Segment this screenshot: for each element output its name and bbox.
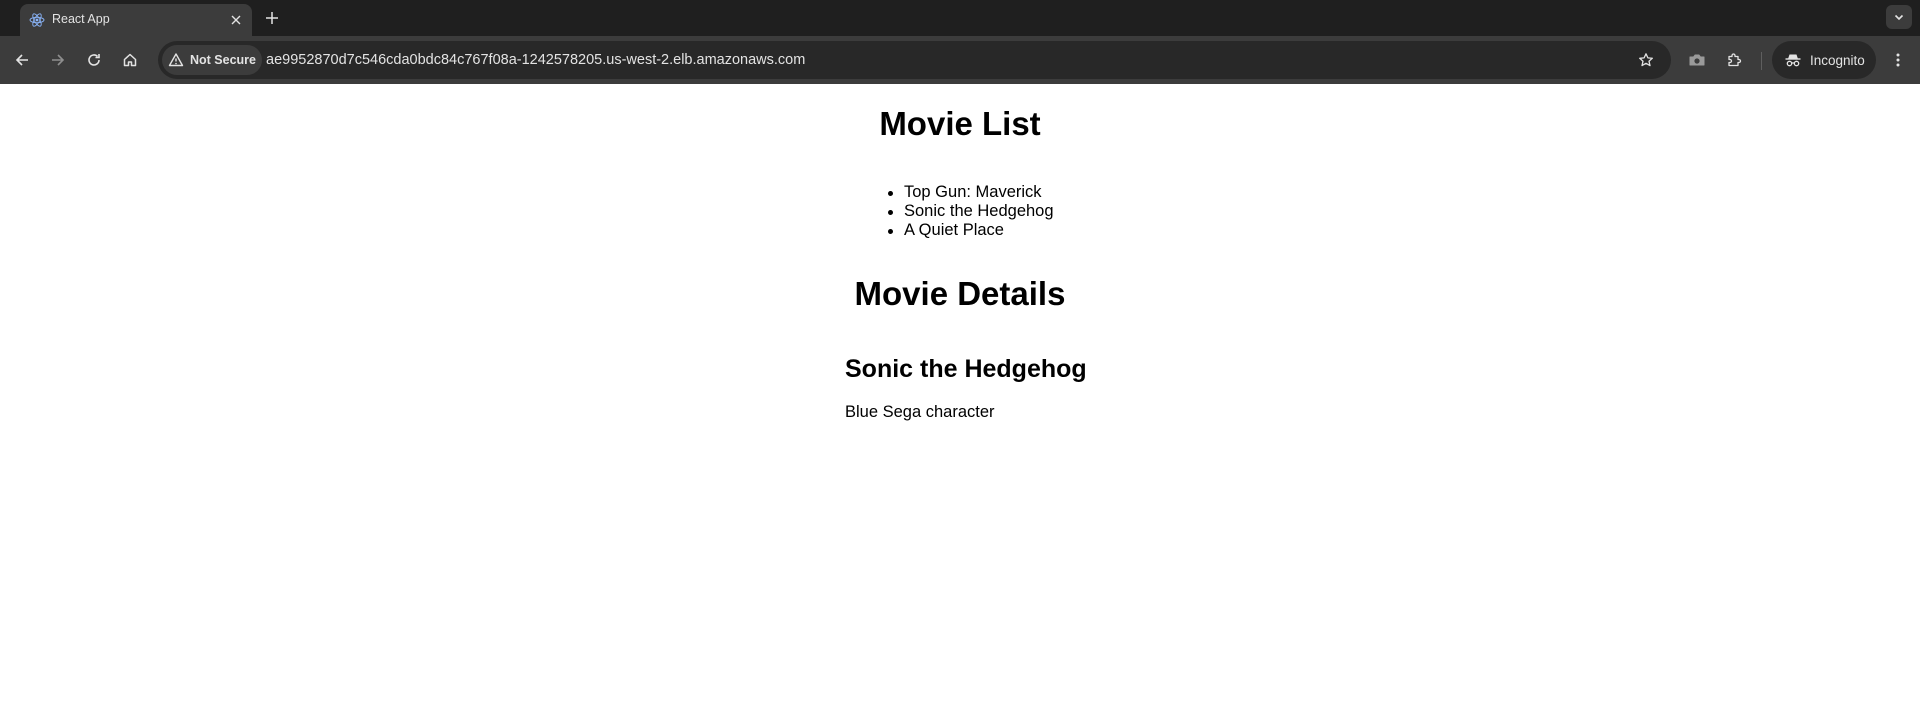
- movie-details-heading: Movie Details: [854, 275, 1066, 312]
- home-icon[interactable]: [118, 48, 142, 72]
- incognito-label: Incognito: [1810, 52, 1865, 68]
- url-text[interactable]: ae9952870d7c546cda0bdc84c767f08a-1242578…: [266, 52, 805, 68]
- selected-movie-title: Sonic the Hedgehog: [845, 355, 1087, 383]
- close-tab-icon[interactable]: [228, 12, 244, 28]
- movie-list-item[interactable]: A Quiet Place: [884, 221, 1054, 240]
- camera-icon[interactable]: [1685, 48, 1709, 72]
- movie-list-item[interactable]: Sonic the Hedgehog: [884, 202, 1054, 221]
- security-indicator[interactable]: Not Secure: [162, 45, 262, 75]
- react-logo-icon: [29, 12, 45, 28]
- movie-list: Top Gun: Maverick Sonic the Hedgehog A Q…: [884, 183, 1054, 240]
- selected-movie-description: Blue Sega character: [845, 403, 995, 421]
- more-menu-icon[interactable]: [1886, 48, 1910, 72]
- incognito-icon: [1785, 54, 1801, 67]
- extensions-puzzle-icon[interactable]: [1722, 48, 1746, 72]
- tab-title: React App: [52, 12, 110, 26]
- browser-tab[interactable]: React App: [20, 4, 252, 36]
- security-label: Not Secure: [190, 53, 256, 67]
- address-bar[interactable]: Not Secure ae9952870d7c546cda0bdc84c767f…: [158, 41, 1671, 79]
- new-tab-icon[interactable]: [262, 8, 282, 28]
- toolbar-divider: [1761, 52, 1762, 70]
- movie-details: Sonic the Hedgehog Blue Sega character: [845, 355, 1087, 422]
- incognito-profile-button[interactable]: Incognito: [1772, 41, 1876, 79]
- warning-triangle-icon: [168, 53, 184, 67]
- bookmark-star-icon[interactable]: [1635, 49, 1657, 71]
- forward-arrow-icon[interactable]: [46, 48, 70, 72]
- movie-list-item[interactable]: Top Gun: Maverick: [884, 183, 1054, 202]
- tab-search-chevron-icon[interactable]: [1886, 5, 1912, 29]
- movie-list-heading: Movie List: [879, 105, 1041, 142]
- reload-icon[interactable]: [82, 48, 106, 72]
- tab-strip: React App: [0, 0, 1920, 36]
- back-arrow-icon[interactable]: [10, 48, 34, 72]
- page-content: Movie List Top Gun: Maverick Sonic the H…: [0, 84, 1920, 728]
- browser-toolbar: Not Secure ae9952870d7c546cda0bdc84c767f…: [0, 36, 1920, 84]
